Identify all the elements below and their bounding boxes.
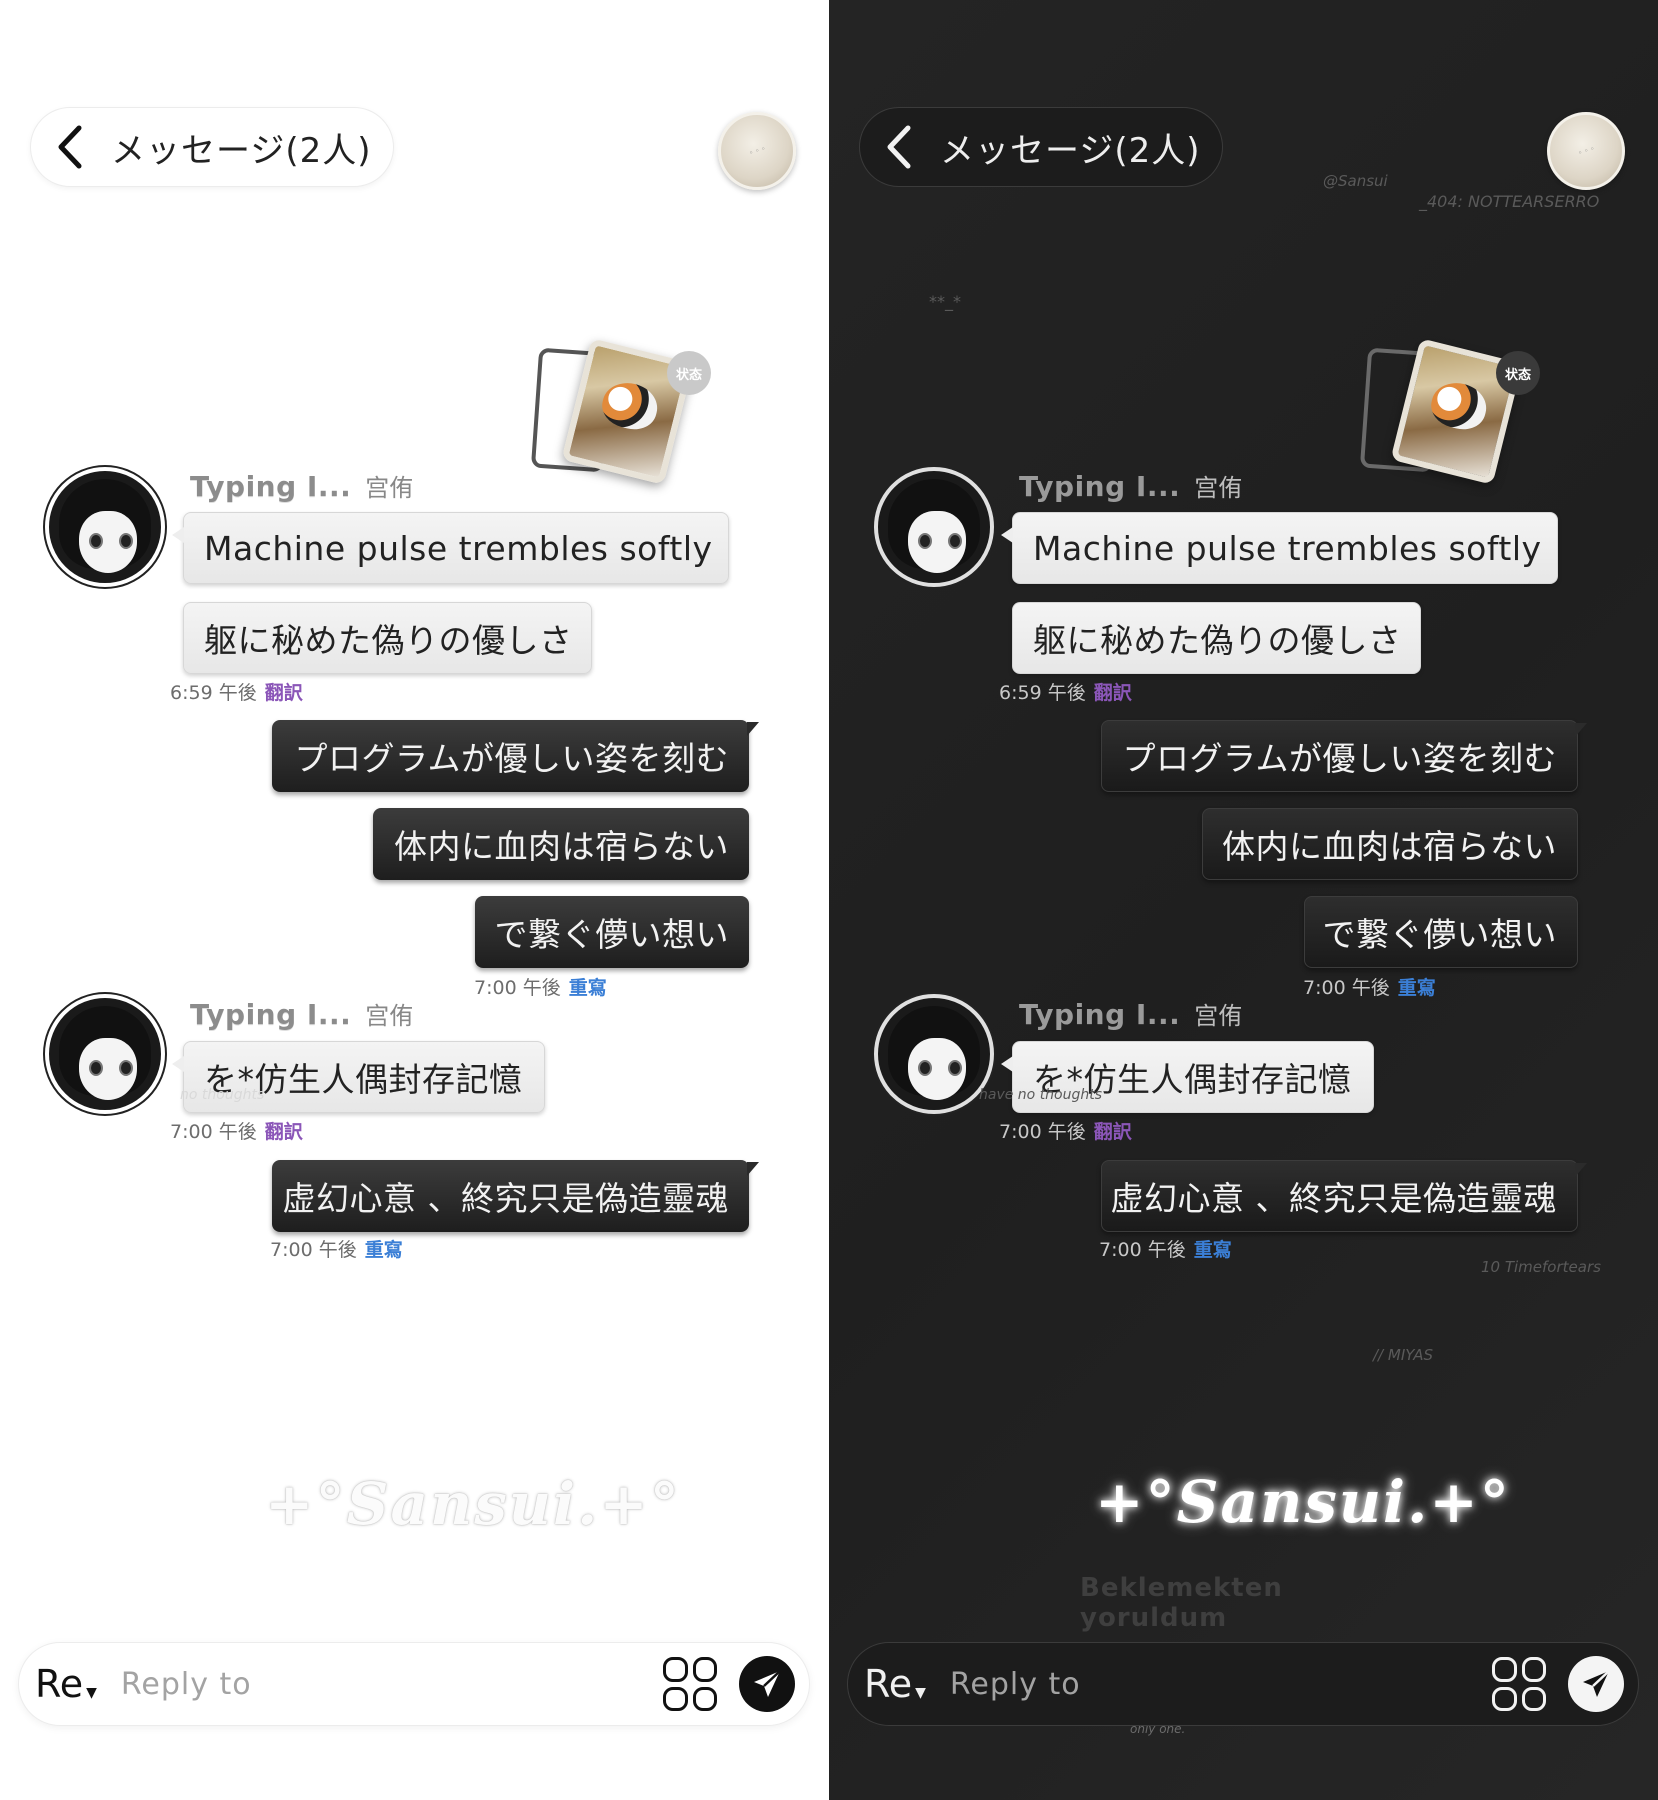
typing-indicator: Typing I... xyxy=(190,470,352,503)
deco-text: 10 Timefortears xyxy=(1481,1258,1601,1276)
group-avatar[interactable]: ◦ ◦ ◦ xyxy=(718,112,796,190)
sender-name: 宫侑 xyxy=(1194,474,1243,502)
light-theme-panel: メッセージ(2人) ◦ ◦ ◦ 状态 Typing I... 宫侑 Machin… xyxy=(0,0,829,1800)
translate-link[interactable]: 翻訳 xyxy=(265,678,303,705)
caret-down-icon: ▼ xyxy=(86,1685,97,1701)
timestamp: 7:00 午後 xyxy=(270,1239,357,1261)
chat-title: メッセージ(2人) xyxy=(111,130,372,171)
status-badge: 状态 xyxy=(667,351,711,395)
deco-text: _404: NOTTEARSERRO xyxy=(1419,192,1600,211)
message-meta: 6:59 午後 翻訳 xyxy=(170,678,303,705)
message-bubble-in[interactable]: 躯に秘めた偽りの優しさ xyxy=(183,602,592,674)
group-avatar[interactable]: ◦ ◦ ◦ xyxy=(1547,112,1625,190)
apps-grid-icon[interactable] xyxy=(663,1657,717,1711)
sender-line: Typing I... 宫侑 xyxy=(190,996,413,1031)
paper-plane-icon xyxy=(1583,1670,1610,1697)
timestamp: 7:00 午後 xyxy=(170,1121,257,1143)
chat-title: メッセージ(2人) xyxy=(940,130,1201,171)
message-meta: 7:00 午後 重寫 xyxy=(474,973,607,1000)
translate-link[interactable]: 翻訳 xyxy=(265,1117,303,1144)
sender-line: Typing I... 宫侑 xyxy=(1019,996,1242,1031)
deco-text: have no thoughts xyxy=(979,1087,1103,1103)
composer-bar: Re ▼ xyxy=(18,1642,810,1726)
rewrite-link[interactable]: 重寫 xyxy=(569,973,607,1000)
timestamp: 7:00 午後 xyxy=(474,977,561,999)
timestamp: 6:59 午後 xyxy=(999,682,1086,704)
sender-avatar[interactable] xyxy=(45,467,165,587)
message-bubble-out[interactable]: プログラムが優しい姿を刻む xyxy=(1101,720,1587,792)
send-button[interactable] xyxy=(1568,1656,1624,1712)
sub-watermark: Beklemekten yoruldum xyxy=(1080,1573,1283,1633)
message-bubble-out[interactable]: で繋ぐ儚い想い xyxy=(1304,896,1578,968)
deco-text: @Sansui xyxy=(1323,172,1388,190)
message-meta: 7:00 午後 翻訳 xyxy=(170,1117,303,1144)
message-meta: 6:59 午後 翻訳 xyxy=(999,678,1132,705)
typing-indicator: Typing I... xyxy=(190,998,352,1031)
sender-avatar[interactable] xyxy=(874,467,994,587)
typing-indicator: Typing I... xyxy=(1019,470,1181,503)
timestamp: 7:00 午後 xyxy=(1099,1239,1186,1261)
back-button[interactable]: メッセージ(2人) xyxy=(30,107,394,187)
message-meta: 7:00 午後 翻訳 xyxy=(999,1117,1132,1144)
deco-text: // MIYAS xyxy=(1373,1346,1434,1364)
back-button[interactable]: メッセージ(2人) xyxy=(859,107,1223,187)
message-bubble-out[interactable]: 体内に血肉は宿らない xyxy=(1202,808,1578,880)
message-bubble-in[interactable]: 躯に秘めた偽りの優しさ xyxy=(1012,602,1421,674)
message-bubble-out[interactable]: プログラムが優しい姿を刻む xyxy=(272,720,759,792)
watermark-logo: +°Sansui.+° xyxy=(265,1470,681,1538)
status-card[interactable]: 状态 xyxy=(1359,338,1544,485)
sender-name: 宫侑 xyxy=(365,474,414,502)
paper-plane-icon xyxy=(754,1670,781,1697)
caret-down-icon: ▼ xyxy=(915,1685,926,1701)
chevron-left-icon xyxy=(53,122,91,172)
rewrite-link[interactable]: 重寫 xyxy=(365,1235,403,1262)
timestamp: 7:00 午後 xyxy=(1303,977,1390,999)
re-label: Re xyxy=(35,1662,84,1706)
watermark-logo: +°Sansui.+° xyxy=(1095,1468,1511,1536)
timestamp: 7:00 午後 xyxy=(999,1121,1086,1143)
reply-input[interactable] xyxy=(120,1666,663,1702)
re-button[interactable]: Re ▼ xyxy=(35,1662,97,1706)
translate-link[interactable]: 翻訳 xyxy=(1094,1117,1132,1144)
rewrite-link[interactable]: 重寫 xyxy=(1398,973,1436,1000)
sender-avatar[interactable] xyxy=(874,994,994,1114)
sender-line: Typing I... 宫侑 xyxy=(1019,468,1242,503)
typing-indicator: Typing I... xyxy=(1019,998,1181,1031)
sender-name: 宫侑 xyxy=(1194,1002,1243,1030)
apps-grid-icon[interactable] xyxy=(1492,1657,1546,1711)
rewrite-link[interactable]: 重寫 xyxy=(1194,1235,1232,1262)
message-bubble-out[interactable]: で繋ぐ儚い想い xyxy=(475,896,749,968)
deco-text: **_* xyxy=(929,292,961,311)
message-bubble-out[interactable]: 虚幻心意 、終究只是偽造靈魂 xyxy=(272,1160,759,1232)
sender-avatar[interactable] xyxy=(45,994,165,1114)
status-card[interactable]: 状态 xyxy=(530,338,715,485)
sender-name: 宫侑 xyxy=(365,1002,414,1030)
message-bubble-in[interactable]: Machine pulse trembles softly xyxy=(1001,512,1558,584)
deco-text: no thoughts xyxy=(180,1087,265,1103)
send-button[interactable] xyxy=(739,1656,795,1712)
re-button[interactable]: Re ▼ xyxy=(864,1662,926,1706)
message-bubble-in[interactable]: Machine pulse trembles softly xyxy=(172,512,729,584)
message-meta: 7:00 午後 重寫 xyxy=(270,1235,403,1262)
translate-link[interactable]: 翻訳 xyxy=(1094,678,1132,705)
status-badge: 状态 xyxy=(1496,351,1540,395)
re-label: Re xyxy=(864,1662,913,1706)
chevron-left-icon xyxy=(882,122,920,172)
message-meta: 7:00 午後 重寫 xyxy=(1303,973,1436,1000)
reply-input[interactable] xyxy=(949,1666,1492,1702)
sender-line: Typing I... 宫侑 xyxy=(190,468,413,503)
timestamp: 6:59 午後 xyxy=(170,682,257,704)
message-bubble-out[interactable]: 虚幻心意 、終究只是偽造靈魂 xyxy=(1101,1160,1587,1232)
message-bubble-out[interactable]: 体内に血肉は宿らない xyxy=(373,808,749,880)
composer-bar: Re ▼ xyxy=(847,1642,1639,1726)
message-meta: 7:00 午後 重寫 xyxy=(1099,1235,1232,1262)
